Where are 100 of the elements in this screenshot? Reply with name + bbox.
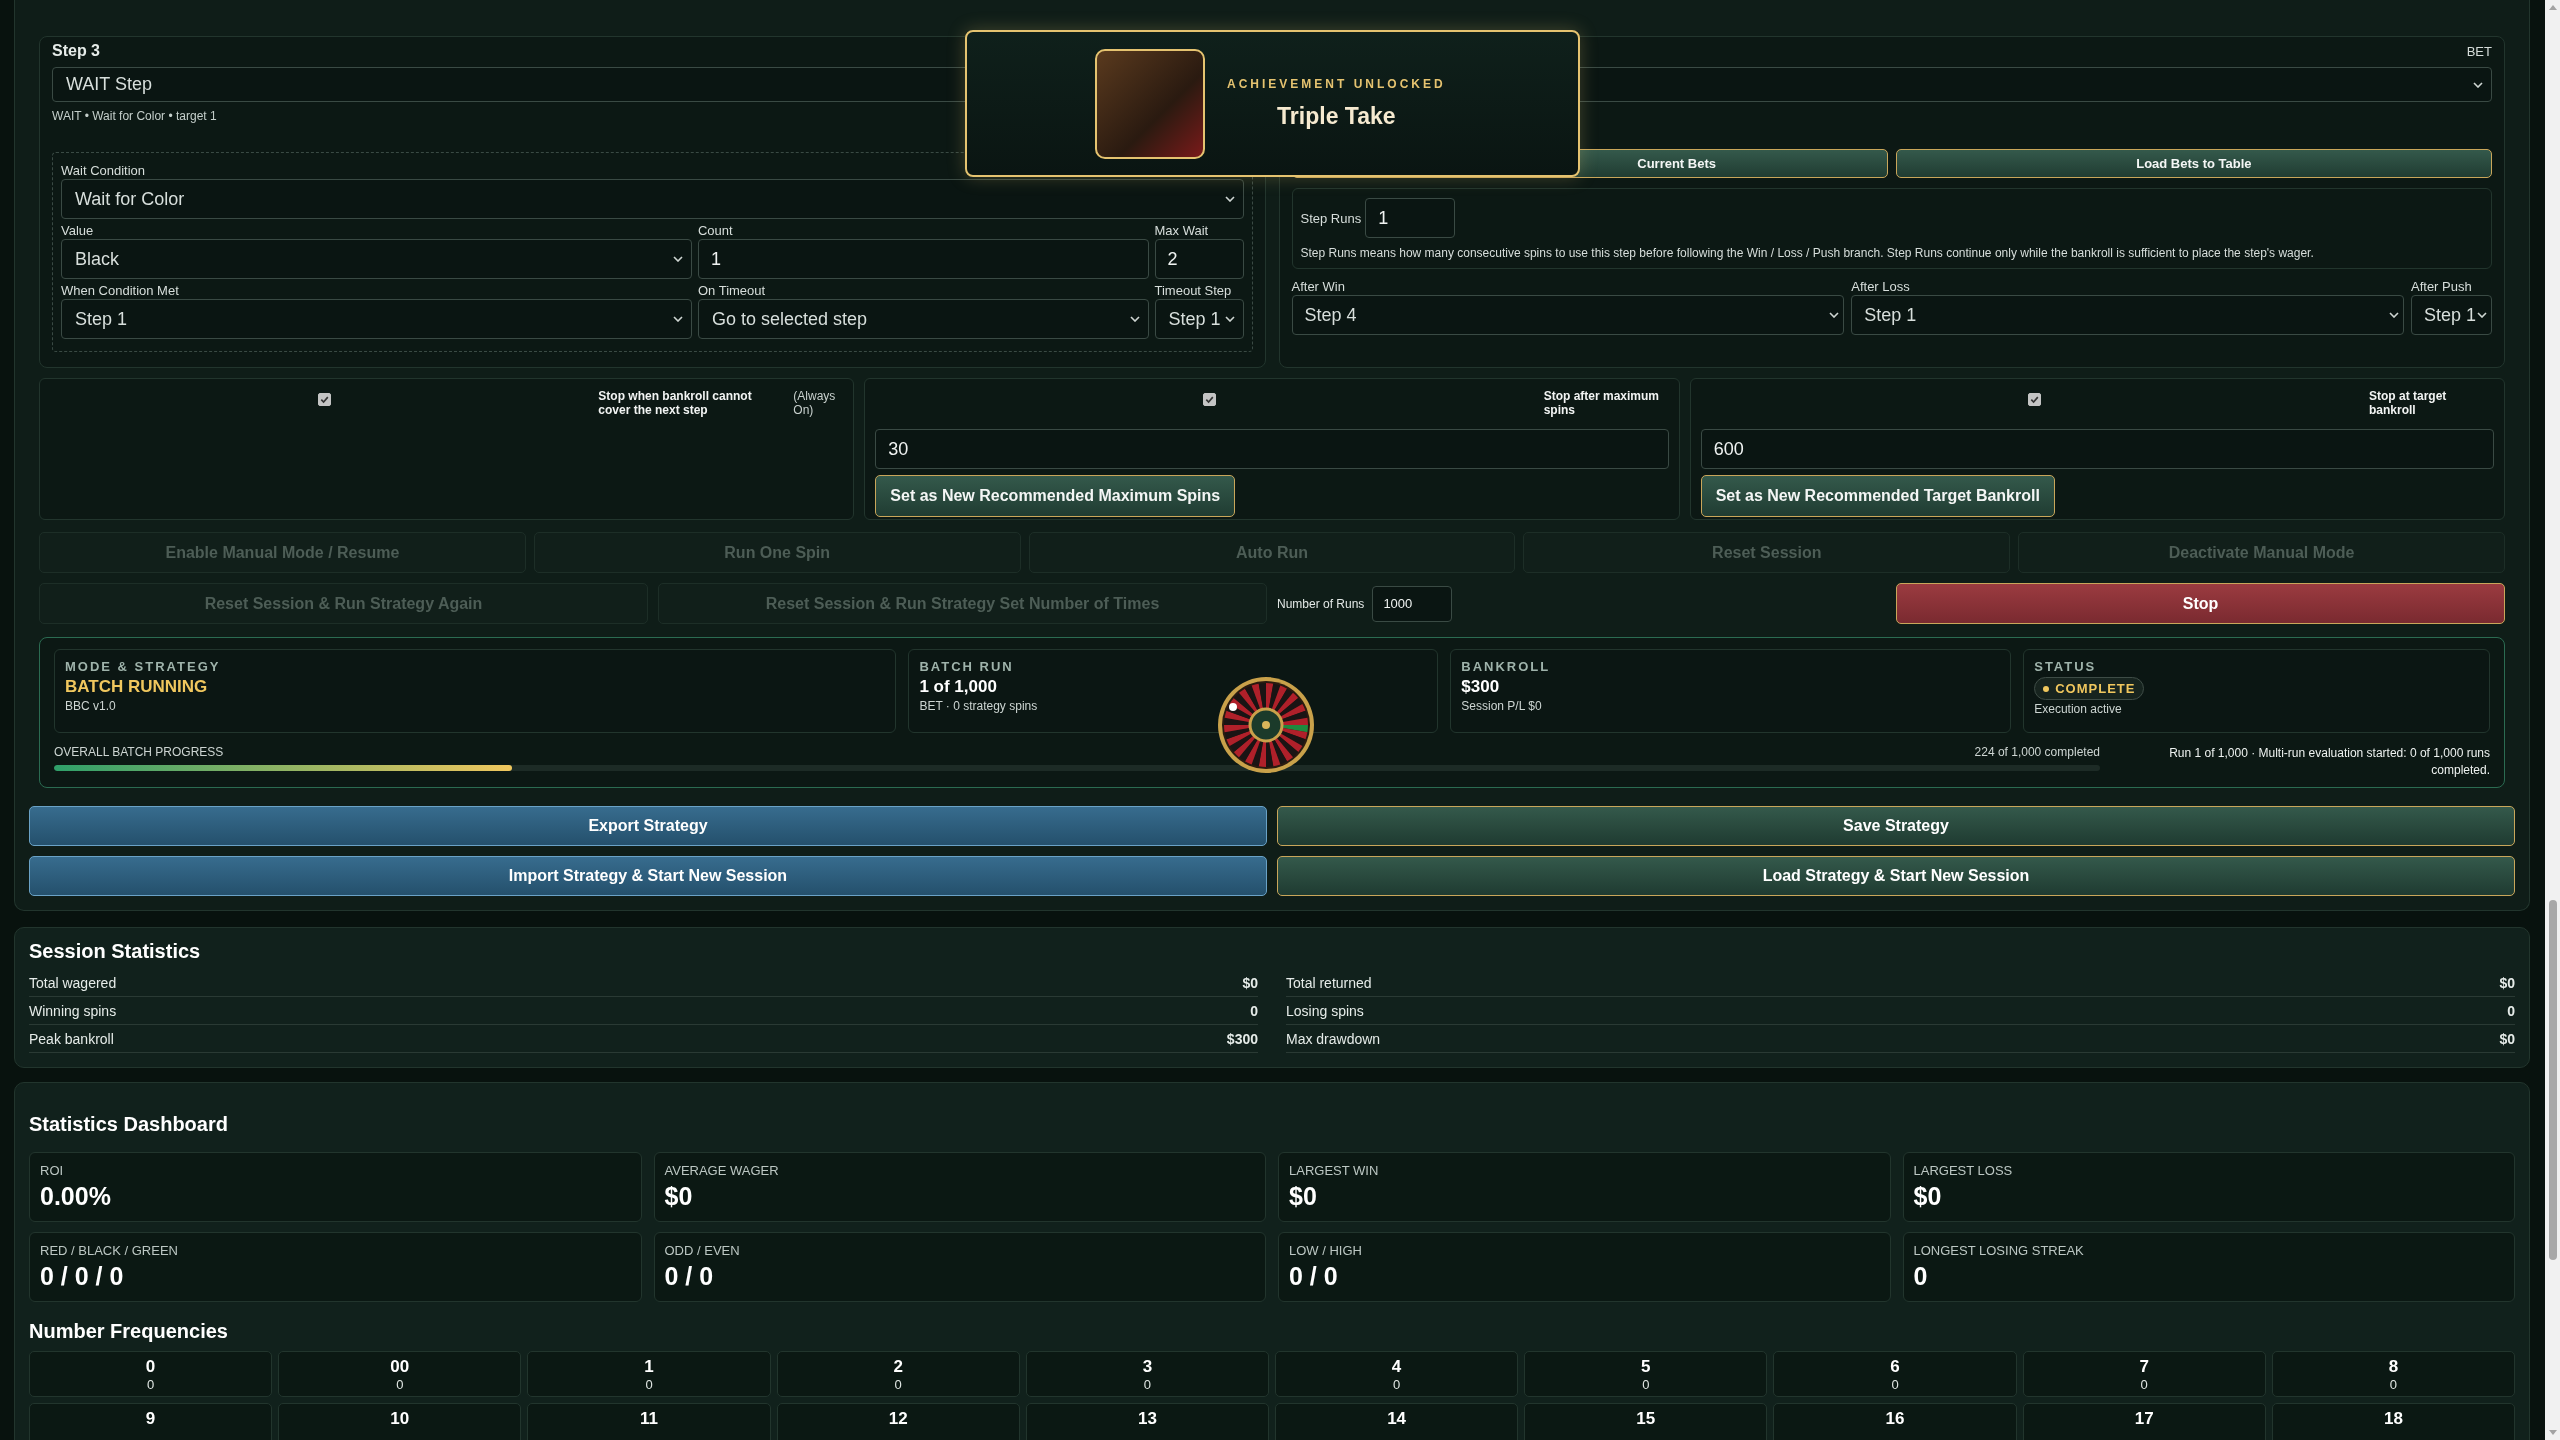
number-label: 8 [2388,1357,2399,1377]
number-label: 18 [2383,1409,2403,1429]
stat-label: ODD / EVEN [664,1243,741,1258]
card-value: BATCH RUNNING [65,677,209,697]
count-label: 0 [1143,1377,1151,1392]
card-detail: Session P/L $0 [1461,699,1543,713]
field-label: When Condition Met [61,283,180,299]
card-detail: BET · 0 strategy spins [919,699,1039,713]
field-label: Timeout Step [1154,283,1233,299]
stat-value: $0 [1913,1182,1943,1211]
status-badge: COMPLETE [2034,677,2145,700]
stat-label: LONGEST LOSING STREAK [1913,1243,2085,1258]
stat-value: $300 [1226,1030,1258,1047]
checkbox-label: Stop after maximum spins [1543,389,1660,417]
checkbox[interactable] [1203,393,1216,406]
number-label: 5 [1641,1357,1651,1377]
stat-value: $0 [664,1182,694,1211]
number-label: 9 [145,1409,156,1429]
field-label: After Win [1291,279,1346,295]
chevron-icon [1224,196,1235,202]
step-summary: WAIT • Wait for Color • target 1 [52,108,218,124]
step-title: Step 3 [52,41,101,61]
stat-value: 0 / 0 [1289,1262,1339,1291]
bet-button[interactable]: Load Bets to Table [1895,149,2492,178]
select-field[interactable]: Go to selected step [697,299,1149,339]
checkbox[interactable] [317,393,331,406]
action-button[interactable]: Export Strategy [29,806,1267,846]
checkbox[interactable] [2028,393,2042,406]
status-note: Run 1 of 1,000 · Multi-run evaluation started: 0 of 1,000 runs completed. [2168,745,2490,779]
input-field[interactable]: 1 [1365,198,1456,238]
chevron-icon [1129,316,1140,322]
stat-value: 0 / 0 [664,1262,715,1291]
stat-value: $0 [2499,1030,2515,1047]
card-detail: Execution active [2034,702,2123,716]
stat-label: Peak bankroll [29,1030,114,1047]
stat-label: Winning spins [29,1002,117,1019]
panel-title: Statistics Dashboard [29,1113,229,1136]
card-heading: BATCH RUN [919,659,1015,674]
chevron-icon [1829,312,1840,318]
stat-label: Max drawdown [1286,1030,1381,1047]
number-label: 0 [145,1357,156,1377]
count-label: 0 [1642,1377,1650,1392]
number-label: 17 [2134,1409,2154,1429]
number-label: 13 [1137,1409,1157,1429]
chevron-icon [1224,316,1235,322]
chevron-icon [2473,81,2483,88]
field-label: Count [697,223,734,239]
count-label: 0 [1891,1377,1899,1392]
stat-value: 0.00% [40,1182,112,1211]
input-field[interactable]: 30 [875,429,1669,469]
chevron-icon [672,256,683,262]
action-button[interactable]: Import Strategy & Start New Session [29,856,1267,896]
select-field[interactable]: Black [61,239,692,279]
field-label: Number of Runs [1277,596,1365,611]
recommend-button[interactable]: Set as New Recommended Target Bankroll [1700,475,2055,517]
input-field[interactable]: 1000 [1372,585,1453,622]
checkbox-label: Stop when bankroll cannot cover the next step [598,389,753,417]
number-label: 14 [1387,1409,1407,1429]
input-field[interactable]: 600 [1700,429,2494,469]
chevron-icon [2477,312,2487,318]
checkbox-label: Stop at target bankroll [2369,389,2448,417]
recommend-button[interactable]: Set as New Recommended Maximum Spins [875,475,1236,517]
select-field[interactable]: Step 1 [2411,295,2492,335]
stat-value: $0 [2499,974,2515,991]
progress-count: 224 of 1,000 completed [1974,745,2100,759]
stat-label: ROI [40,1163,65,1178]
stat-label: LARGEST LOSS [1913,1163,2014,1178]
input-field[interactable]: 1 [697,239,1149,279]
action-button[interactable]: Save Strategy [1277,806,2515,846]
number-label: 11 [640,1409,658,1429]
select-field[interactable]: Step 4 [1291,295,1845,335]
stat-label: AVERAGE WAGER [664,1163,780,1178]
card-value: $300 [1461,677,1501,697]
select-field[interactable]: Step 1 [1154,299,1244,339]
stat-value: $0 [1289,1182,1318,1211]
number-label: 1 [644,1357,654,1377]
chevron-icon [672,316,683,322]
input-field[interactable]: 2 [1154,239,1244,279]
action-button[interactable]: Load Strategy & Start New Session [1277,856,2515,896]
panel-title: Session Statistics [29,940,202,963]
stat-value: 0 [2507,1002,2515,1019]
select-field[interactable]: Wait for Color [61,179,1244,219]
step-type-label: BET [2466,43,2492,59]
select-field[interactable]: Step 1 [1851,295,2404,335]
card-value: 1 of 1,000 [919,677,998,697]
select-field[interactable]: Step 1 [61,299,692,339]
scrollbar[interactable] [2545,0,2560,1440]
toast-title: Triple Take [1277,103,1396,130]
count-label: 0 [645,1377,653,1392]
stat-label: Total returned [1286,974,1372,991]
stat-value: $0 [1242,974,1258,991]
stat-value: 0 [1913,1262,1929,1291]
field-label: On Timeout [697,283,767,299]
progress-label: OVERALL BATCH PROGRESS [54,745,224,759]
number-label: 10 [390,1409,410,1429]
stat-label: LOW / HIGH [1289,1243,1363,1258]
field-label: After Loss [1851,279,1911,295]
stat-label: LARGEST WIN [1289,1163,1380,1178]
number-label: 16 [1885,1409,1905,1429]
stop-button[interactable]: Stop [1896,583,2505,624]
